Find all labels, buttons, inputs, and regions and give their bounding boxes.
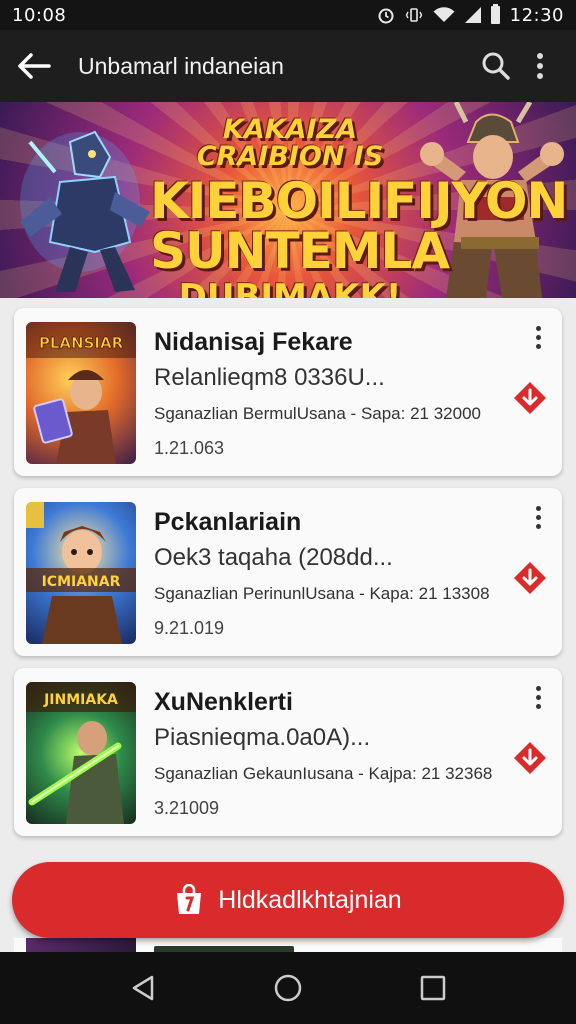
list-item[interactable]: ICMIANAR Pckanlariain Oek3 taqaha (208dd… (14, 488, 562, 656)
list-item[interactable]: JINMIAKA XuNenklerti Piasnieqma.0a0A)...… (14, 668, 562, 836)
game-art-image: PLANSIAR (26, 322, 136, 464)
square-recents-icon (421, 975, 446, 1001)
app-title: XuNenklerti (154, 688, 293, 716)
status-time-right: 12:30 (509, 4, 564, 26)
nav-home-button[interactable] (268, 968, 308, 1008)
app-subtitle: Relanlieqm8 0336U... (154, 364, 385, 391)
app-meta: Sganazlian BermulUsana - Sapa: 21 32000 (154, 404, 481, 423)
banner-headline: KAKAIZA CRAIBION IS KIEBOILIFIJYON SUNTE… (150, 114, 568, 298)
app-meta: Sganazlian GekaunIusana - Kajpa: 21 3236… (154, 764, 493, 783)
thumbnail-label: ICMIANAR (42, 574, 121, 590)
status-time-left: 10:08 (12, 4, 67, 26)
game-art-image: JINMIAKA (26, 682, 136, 824)
app-thumbnail: JINMIAKA (26, 682, 136, 824)
app-title: Pckanlariain (154, 508, 302, 536)
app-subtitle: Piasnieqma.0a0A)... (154, 724, 371, 751)
app-thumbnail: PLANSIAR (26, 322, 136, 464)
alarm-icon (377, 6, 395, 24)
nav-back-button[interactable] (123, 968, 163, 1008)
more-vert-icon (537, 53, 543, 79)
app-version: 3.21009 (154, 798, 220, 818)
list-item[interactable]: PLANSIAR Nidanisaj Fekare Relanlieqm8 03… (14, 308, 562, 476)
overflow-menu-button[interactable] (518, 44, 562, 88)
triangle-back-icon (132, 975, 153, 1001)
download-icon[interactable] (512, 740, 548, 776)
status-bar: 10:08 12:30 (0, 0, 576, 30)
battery-icon (490, 4, 500, 24)
game-art-image: ICMIANAR (26, 502, 136, 644)
promo-banner[interactable]: KAKAIZA CRAIBION IS KIEBOILIFIJYON SUNTE… (0, 102, 576, 298)
vibrate-icon (405, 6, 423, 24)
status-icons: 12:30 (377, 4, 564, 26)
hero-character-left-image (20, 130, 150, 292)
wifi-icon (433, 7, 455, 23)
system-nav-bar (0, 952, 576, 1024)
cta-area: Hldkadlkhtajnian (0, 860, 576, 968)
item-menu-button[interactable] (526, 502, 550, 532)
search-button[interactable] (474, 44, 518, 88)
thumbnail-label: JINMIAKA (43, 692, 118, 708)
shopping-bag-icon (177, 884, 202, 914)
banner-line-1: KAKAIZA CRAIBION IS (196, 114, 384, 172)
app-version: 9.21.019 (154, 618, 225, 638)
app-version: 1.21.063 (154, 438, 225, 458)
nav-recents-button[interactable] (413, 968, 453, 1008)
primary-action-label: Hldkadlkhtajnian (218, 885, 402, 914)
download-icon[interactable] (512, 380, 548, 416)
screen: 10:08 12:30 Unbamarl indaneian KAKAIZA C… (0, 0, 576, 1024)
app-title: Nidanisaj Fekare (154, 328, 353, 356)
app-meta: Sganazlian PerinunlUsana - Kapa: 21 1330… (154, 584, 490, 603)
primary-action-button[interactable]: Hldkadlkhtajnian (12, 862, 564, 938)
banner-line-2: KIEBOILIFIJYON SUNTEMLA (150, 172, 568, 280)
item-menu-button[interactable] (526, 682, 550, 712)
thumbnail-label: PLANSIAR (39, 334, 124, 352)
app-thumbnail: ICMIANAR (26, 502, 136, 644)
page-title: Unbamarl indaneian (78, 52, 284, 79)
item-menu-button[interactable] (526, 322, 550, 352)
banner-line-3: DUBIMAKK! (178, 277, 402, 298)
download-icon[interactable] (512, 560, 548, 596)
app-list: PLANSIAR Nidanisaj Fekare Relanlieqm8 03… (0, 298, 576, 952)
app-subtitle: Oek3 taqaha (208dd... (154, 544, 393, 571)
search-icon (482, 52, 510, 80)
circle-home-icon (274, 974, 302, 1002)
signal-icon (464, 7, 481, 23)
app-bar: Unbamarl indaneian (0, 30, 576, 102)
arrow-back-icon (18, 53, 51, 79)
back-button[interactable] (14, 46, 54, 86)
